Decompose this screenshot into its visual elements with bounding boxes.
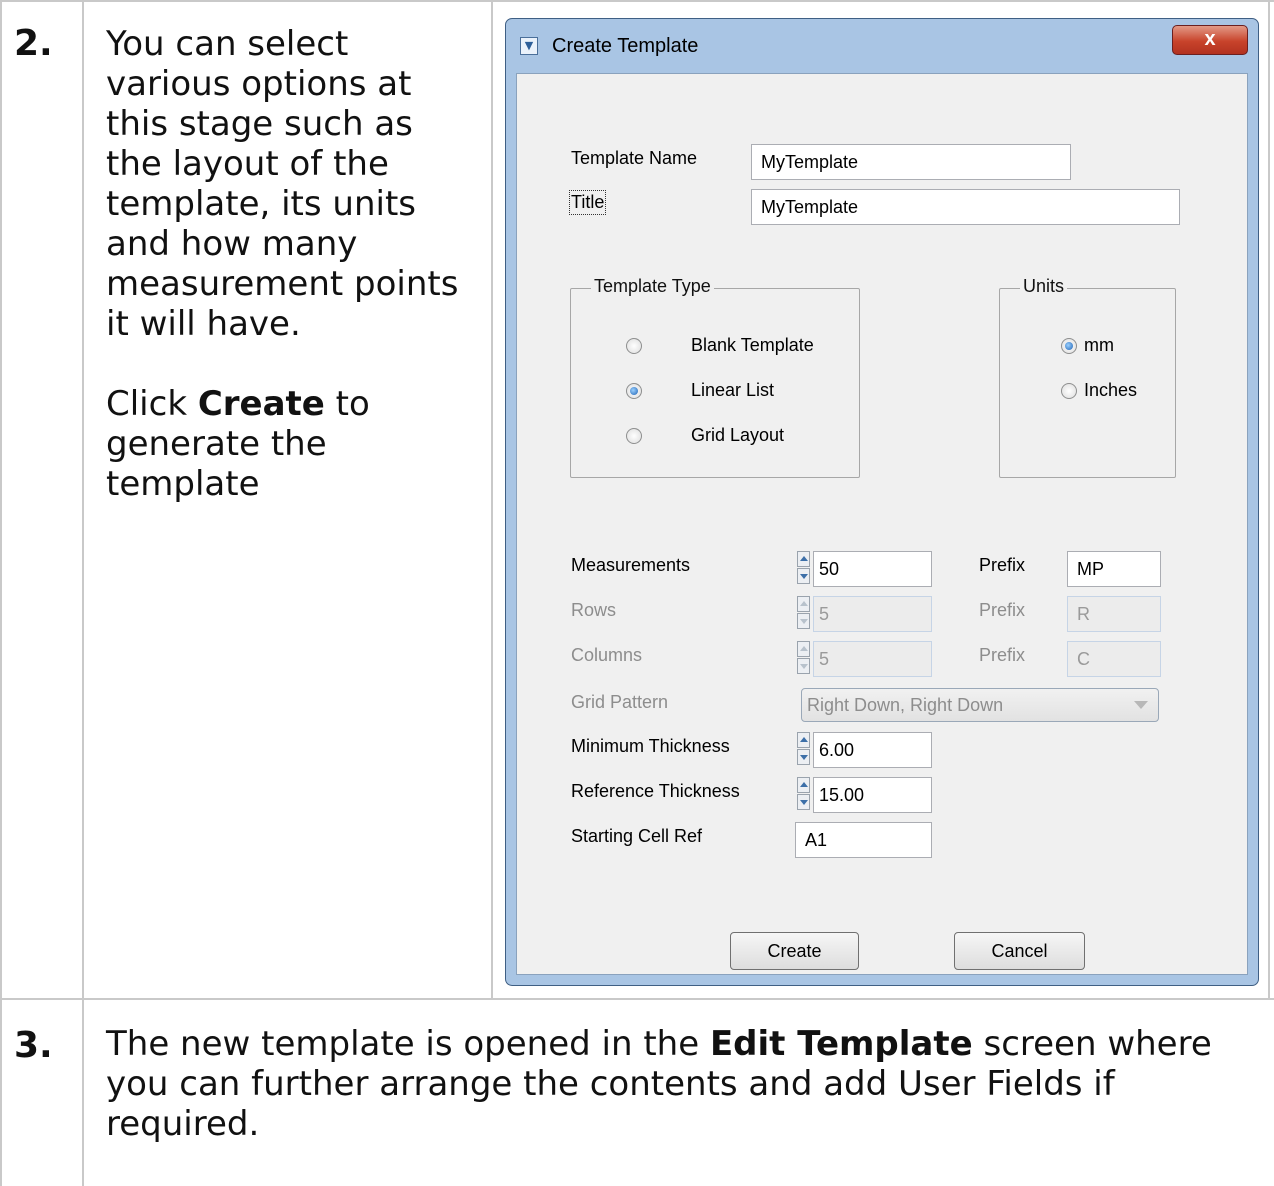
units-group-label: Units xyxy=(1020,276,1068,297)
start-cell-label: Starting Cell Ref xyxy=(571,826,703,846)
columns-prefix-label: Prefix xyxy=(979,645,1026,665)
inches-label[interactable]: Inches xyxy=(1084,380,1137,401)
rows-label: Rows xyxy=(571,600,617,620)
spin-up-icon[interactable] xyxy=(797,777,810,793)
spin-up-icon xyxy=(797,596,810,612)
ref-thickness-spinner[interactable] xyxy=(797,777,811,811)
linear-list-label[interactable]: Linear List xyxy=(691,380,774,401)
dialog-client-area: Template Name MyTemplate Title MyTemplat… xyxy=(516,73,1248,975)
window-icon: ▼ xyxy=(520,37,538,55)
spin-down-icon xyxy=(797,658,810,674)
min-thickness-input[interactable]: 6.00 xyxy=(813,732,932,768)
spin-down-icon xyxy=(797,613,810,629)
step-number-3: 3. xyxy=(14,1025,53,1066)
table-divider-right xyxy=(1268,0,1270,998)
measurements-prefix-input[interactable]: MP xyxy=(1067,551,1161,587)
spin-up-icon xyxy=(797,641,810,657)
rows-prefix-input: R xyxy=(1067,596,1161,632)
title-input[interactable]: MyTemplate xyxy=(751,189,1180,225)
rows-prefix-label: Prefix xyxy=(979,600,1026,620)
step-3-text-pre: The new template is opened in the xyxy=(106,1024,710,1064)
step-number-2: 2. xyxy=(14,23,53,64)
rows-spinner xyxy=(797,596,811,630)
measurements-label: Measurements xyxy=(571,555,691,575)
spin-down-icon[interactable] xyxy=(797,568,810,584)
table-border-top xyxy=(0,0,1274,2)
columns-prefix-input: C xyxy=(1067,641,1161,677)
spin-down-icon[interactable] xyxy=(797,749,810,765)
radio-linear-list[interactable] xyxy=(626,383,642,399)
columns-spinner xyxy=(797,641,811,675)
ref-thickness-input[interactable]: 15.00 xyxy=(813,777,932,813)
chevron-down-icon xyxy=(1134,701,1148,709)
min-thickness-spinner[interactable] xyxy=(797,732,811,766)
template-name-input[interactable]: MyTemplate xyxy=(751,144,1071,180)
table-divider-left xyxy=(82,0,84,1186)
grid-layout-label[interactable]: Grid Layout xyxy=(691,425,784,446)
grid-pattern-value: Right Down, Right Down xyxy=(807,695,1004,715)
step-2-text: You can select various options at this s… xyxy=(106,24,459,344)
rows-input: 5 xyxy=(813,596,932,632)
create-button[interactable]: Create xyxy=(730,932,859,970)
spin-up-icon[interactable] xyxy=(797,732,810,748)
template-name-label: Template Name xyxy=(571,148,698,168)
grid-pattern-label: Grid Pattern xyxy=(571,692,669,712)
step-3-text-bold: Edit Template xyxy=(709,1024,973,1064)
dialog-title: Create Template xyxy=(552,35,699,57)
spin-up-icon[interactable] xyxy=(797,551,810,567)
click-prefix: Click xyxy=(106,384,198,424)
blank-template-label[interactable]: Blank Template xyxy=(691,335,814,356)
step-2-click-text: Click Create to generate the template xyxy=(106,384,474,504)
cancel-button[interactable]: Cancel xyxy=(954,932,1085,970)
title-label: Title xyxy=(568,190,607,215)
step-3-text: The new template is opened in the Edit T… xyxy=(106,1024,1226,1144)
mm-label[interactable]: mm xyxy=(1084,335,1114,356)
close-button[interactable]: x xyxy=(1172,25,1248,55)
measurements-input[interactable]: 50 xyxy=(813,551,932,587)
spin-down-icon[interactable] xyxy=(797,794,810,810)
dialog-titlebar[interactable]: ▼ Create Template x xyxy=(506,19,1258,71)
radio-grid-layout[interactable] xyxy=(626,428,642,444)
columns-label: Columns xyxy=(571,645,643,665)
start-cell-input[interactable]: A1 xyxy=(795,822,932,858)
table-divider-mid xyxy=(491,0,493,998)
min-thickness-label: Minimum Thickness xyxy=(571,736,730,756)
grid-pattern-select: Right Down, Right Down xyxy=(801,688,1159,722)
template-type-group-label: Template Type xyxy=(591,276,714,297)
radio-mm[interactable] xyxy=(1061,338,1077,354)
ref-thickness-label: Reference Thickness xyxy=(571,781,740,801)
create-template-dialog: ▼ Create Template x Template Name MyTemp… xyxy=(505,18,1259,986)
close-icon: x xyxy=(1204,28,1216,50)
measurements-prefix-label: Prefix xyxy=(979,555,1026,575)
table-border-left xyxy=(0,0,2,1186)
table-row-separator xyxy=(0,998,1274,1000)
columns-input: 5 xyxy=(813,641,932,677)
radio-inches[interactable] xyxy=(1061,383,1077,399)
radio-blank-template[interactable] xyxy=(626,338,642,354)
measurements-spinner[interactable] xyxy=(797,551,811,585)
step-2-instructions: You can select various options at this s… xyxy=(106,24,474,504)
click-bold: Create xyxy=(197,384,325,424)
